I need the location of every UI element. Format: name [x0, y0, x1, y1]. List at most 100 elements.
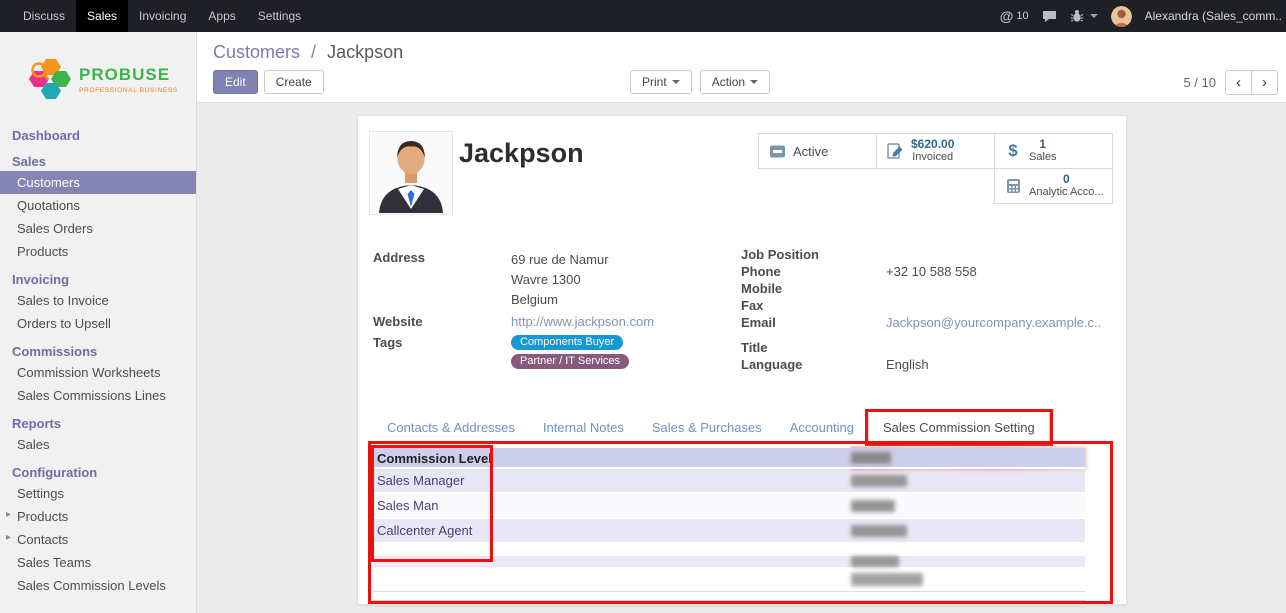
- address-line1: 69 rue de Namur: [511, 250, 609, 270]
- pager-previous-button[interactable]: ‹: [1225, 70, 1252, 95]
- person-portrait-icon: [371, 133, 451, 213]
- sales-stat-button[interactable]: $ 1 Sales: [994, 133, 1113, 169]
- sidebar-heading-commissions[interactable]: Commissions: [0, 342, 196, 361]
- redacted-value: [851, 525, 907, 537]
- sales-count: 1: [1029, 138, 1057, 151]
- dollar-icon: $: [1004, 141, 1022, 161]
- redacted-value: [851, 556, 899, 567]
- user-menu[interactable]: Alexandra (Sales_comm..: [1145, 9, 1282, 23]
- sidebar-heading-sales[interactable]: Sales: [0, 152, 196, 171]
- sidebar-item-settings[interactable]: Settings: [0, 482, 196, 505]
- tab-internal-notes[interactable]: Internal Notes: [529, 412, 638, 442]
- sidebar-item-sales-to-invoice[interactable]: Sales to Invoice: [0, 289, 196, 312]
- menu-settings[interactable]: Settings: [247, 0, 312, 32]
- tag-partner-it-services[interactable]: Partner / IT Services: [511, 354, 629, 369]
- website-link[interactable]: http://www.jackpson.com: [511, 314, 654, 329]
- job-position-label: Job Position: [741, 247, 886, 262]
- menu-invoicing[interactable]: Invoicing: [128, 0, 197, 32]
- redacted-value: [851, 573, 923, 586]
- sidebar-item-config-products[interactable]: ▸Products: [0, 505, 196, 528]
- sidebar-item-commission-worksheets[interactable]: Commission Worksheets: [0, 361, 196, 384]
- address-value: 69 rue de Namur Wavre 1300 Belgium: [511, 250, 609, 310]
- sidebar-item-sales-teams[interactable]: Sales Teams: [0, 551, 196, 574]
- action-dropdown[interactable]: Action: [700, 70, 770, 94]
- messaging-icon[interactable]: @ 10: [1000, 8, 1029, 24]
- tab-accounting[interactable]: Accounting: [776, 412, 868, 442]
- topbar-right: @ 10 Alexandra (Sales_comm..: [1000, 0, 1286, 32]
- analytic-count: 0: [1029, 173, 1104, 186]
- sidebar-item-config-contacts[interactable]: ▸Contacts: [0, 528, 196, 551]
- tab-sales-commission-setting[interactable]: Sales Commission Setting: [868, 411, 1050, 443]
- table-separator: [373, 600, 1085, 601]
- email-link[interactable]: Jackpson@yourcompany.example.c..: [886, 315, 1101, 330]
- sidebar-item-sales-commission-levels[interactable]: Sales Commission Levels: [0, 574, 196, 597]
- create-button[interactable]: Create: [264, 70, 324, 94]
- commission-levels-table: Commission Level Sales Manager Sales Man…: [373, 448, 1085, 601]
- phone-value: +32 10 588 558: [886, 264, 977, 279]
- control-panel: Customers / Jackpson Edit Create Print A…: [197, 32, 1286, 103]
- fax-label: Fax: [741, 298, 886, 313]
- chevron-down-icon: [1090, 14, 1098, 18]
- title-label: Title: [741, 340, 886, 355]
- redacted-value: [851, 452, 891, 464]
- sidebar-item-label: Products: [17, 509, 68, 524]
- address-label: Address: [373, 250, 511, 310]
- sidebar-heading-reports[interactable]: Reports: [0, 414, 196, 433]
- debug-menu-icon[interactable]: [1070, 9, 1098, 23]
- invoice-pencil-icon: [886, 143, 904, 159]
- tag-components-buyer[interactable]: Components Buyer: [511, 335, 623, 350]
- form-view: Jackpson Active $620.00: [197, 103, 1286, 613]
- breadcrumb-current: Jackpson: [327, 42, 403, 62]
- customer-photo[interactable]: [369, 131, 453, 215]
- sidebar-heading-configuration[interactable]: Configuration: [0, 463, 196, 482]
- sidebar-item-reports-sales[interactable]: Sales: [0, 433, 196, 456]
- language-label: Language: [741, 357, 886, 372]
- table-row-sales-man[interactable]: Sales Man: [373, 494, 1085, 519]
- menu-sales[interactable]: Sales: [76, 0, 128, 32]
- invoiced-amount: $620.00: [911, 138, 954, 151]
- sidebar-item-quotations[interactable]: Quotations: [0, 194, 196, 217]
- table-row-callcenter-agent[interactable]: Callcenter Agent: [373, 519, 1085, 544]
- form-buttons: Edit Create: [213, 70, 324, 94]
- tab-contacts-addresses[interactable]: Contacts & Addresses: [373, 412, 529, 442]
- sidebar-item-orders-to-upsell[interactable]: Orders to Upsell: [0, 312, 196, 335]
- language-value: English: [886, 357, 929, 372]
- field-group-right: Job Position Phone +32 10 588 558 Mobile…: [741, 247, 1113, 374]
- breadcrumb-separator: /: [311, 42, 316, 62]
- chevron-down-icon: [672, 80, 680, 84]
- edit-button[interactable]: Edit: [213, 70, 258, 94]
- analytic-label: Analytic Acco...: [1029, 186, 1104, 199]
- analytic-accounts-stat-button[interactable]: 0 Analytic Acco...: [994, 168, 1113, 204]
- action-buttons: Print Action: [630, 70, 770, 94]
- print-dropdown[interactable]: Print: [630, 70, 692, 94]
- chat-icon[interactable]: [1042, 10, 1057, 23]
- user-avatar[interactable]: [1111, 6, 1132, 27]
- action-label: Action: [712, 75, 745, 89]
- sidebar-item-sales-orders[interactable]: Sales Orders: [0, 217, 196, 240]
- menu-discuss[interactable]: Discuss: [12, 0, 76, 32]
- active-stat-button[interactable]: Active: [758, 133, 877, 169]
- sidebar: PROBUSE PROFESSIONAL BUSINESS Dashboard …: [0, 32, 197, 613]
- sidebar-heading-dashboard[interactable]: Dashboard: [0, 126, 196, 145]
- table-row-sales-manager[interactable]: Sales Manager: [373, 469, 1085, 494]
- chevron-down-icon: [750, 80, 758, 84]
- invoiced-label: Invoiced: [911, 151, 954, 164]
- logo-hexagons-icon: [26, 57, 72, 101]
- tab-sales-purchases[interactable]: Sales & Purchases: [638, 412, 776, 442]
- company-logo[interactable]: PROBUSE PROFESSIONAL BUSINESS: [0, 32, 196, 122]
- empty-row: [373, 556, 1085, 567]
- breadcrumb-customers[interactable]: Customers: [213, 42, 300, 62]
- address-line3: Belgium: [511, 290, 609, 310]
- record-title: Jackpson: [459, 138, 584, 169]
- sidebar-item-sales-commissions-lines[interactable]: Sales Commissions Lines: [0, 384, 196, 407]
- pager-next-button[interactable]: ›: [1251, 70, 1278, 95]
- invoiced-stat-button[interactable]: $620.00 Invoiced: [876, 133, 995, 169]
- redacted-value: [851, 500, 895, 512]
- menu-apps[interactable]: Apps: [197, 0, 246, 32]
- topbar: Discuss Sales Invoicing Apps Settings @ …: [0, 0, 1286, 32]
- column-header-commission-level[interactable]: Commission Level: [373, 448, 1085, 469]
- sidebar-item-products[interactable]: Products: [0, 240, 196, 263]
- sidebar-heading-invoicing[interactable]: Invoicing: [0, 270, 196, 289]
- sidebar-item-customers[interactable]: Customers: [0, 171, 196, 194]
- app-menus: Discuss Sales Invoicing Apps Settings: [0, 0, 312, 32]
